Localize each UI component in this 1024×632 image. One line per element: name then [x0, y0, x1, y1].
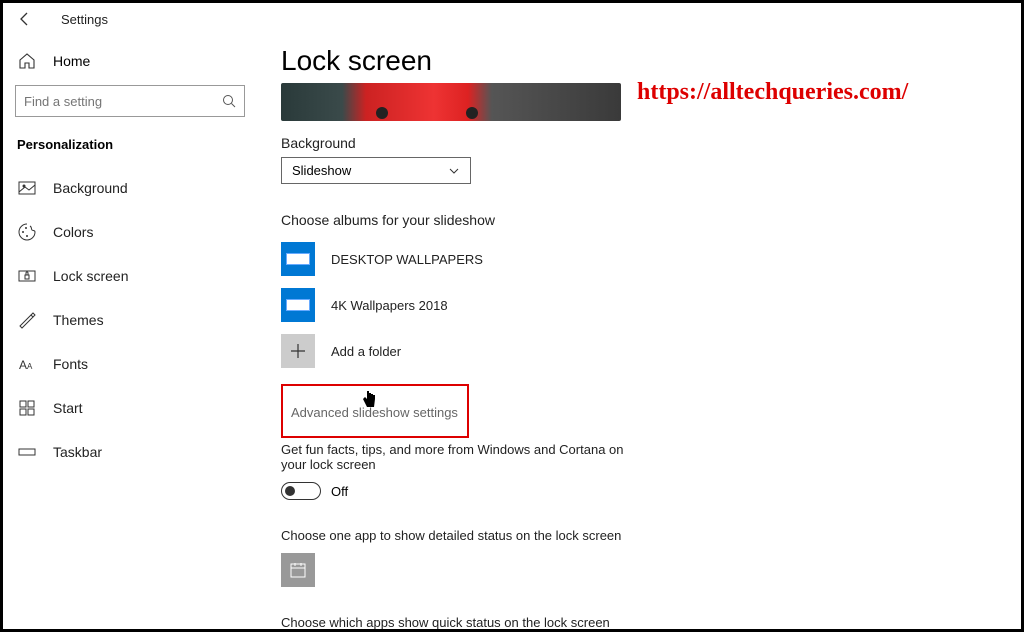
- fun-facts-toggle[interactable]: [281, 482, 321, 500]
- search-input[interactable]: [24, 94, 222, 109]
- header-row: Settings: [3, 11, 261, 41]
- toggle-state: Off: [331, 484, 348, 499]
- album-item[interactable]: 4K Wallpapers 2018: [281, 288, 1001, 322]
- search-icon: [222, 94, 236, 108]
- taskbar-icon: [17, 442, 37, 462]
- sidebar-item-colors[interactable]: Colors: [3, 210, 261, 254]
- album-name: 4K Wallpapers 2018: [331, 298, 448, 313]
- picture-icon: [17, 178, 37, 198]
- quick-status-label: Choose which apps show quick status on t…: [281, 615, 641, 629]
- album-name: DESKTOP WALLPAPERS: [331, 252, 483, 267]
- svg-text:A: A: [19, 358, 27, 372]
- sidebar-item-background[interactable]: Background: [3, 166, 261, 210]
- cursor-hand-icon: [361, 389, 377, 409]
- search-wrap: [3, 81, 261, 133]
- add-folder-label: Add a folder: [331, 344, 401, 359]
- chevron-down-icon: [448, 165, 460, 177]
- albums-label: Choose albums for your slideshow: [281, 212, 1001, 228]
- section-title: Personalization: [3, 133, 261, 166]
- lock-screen-icon: [17, 266, 37, 286]
- back-icon[interactable]: [17, 11, 33, 27]
- lock-screen-preview: [281, 83, 621, 121]
- sidebar-item-fonts[interactable]: AA Fonts: [3, 342, 261, 386]
- nav-label: Themes: [53, 312, 104, 328]
- page-title: Lock screen: [281, 45, 1001, 77]
- sidebar: Settings Home Personalization Background…: [3, 3, 261, 629]
- plus-icon: [281, 334, 315, 368]
- search-box[interactable]: [15, 85, 245, 117]
- nav-label: Lock screen: [53, 268, 128, 284]
- add-folder-button[interactable]: Add a folder: [281, 334, 1001, 368]
- home-label: Home: [53, 53, 90, 69]
- sidebar-item-taskbar[interactable]: Taskbar: [3, 430, 261, 474]
- nav-label: Colors: [53, 224, 93, 240]
- calendar-icon: [288, 560, 308, 580]
- fonts-icon: AA: [17, 354, 37, 374]
- nav-label: Taskbar: [53, 444, 102, 460]
- sidebar-item-themes[interactable]: Themes: [3, 298, 261, 342]
- detailed-status-app-tile[interactable]: [281, 553, 315, 587]
- background-dropdown[interactable]: Slideshow: [281, 157, 471, 184]
- home-icon: [17, 51, 37, 71]
- nav-label: Background: [53, 180, 128, 196]
- nav-label: Fonts: [53, 356, 88, 372]
- start-icon: [17, 398, 37, 418]
- detailed-status-label: Choose one app to show detailed status o…: [281, 528, 641, 543]
- sidebar-item-start[interactable]: Start: [3, 386, 261, 430]
- themes-icon: [17, 310, 37, 330]
- album-item[interactable]: DESKTOP WALLPAPERS: [281, 242, 1001, 276]
- folder-icon: [281, 242, 315, 276]
- sidebar-item-lock-screen[interactable]: Lock screen: [3, 254, 261, 298]
- home-button[interactable]: Home: [3, 41, 261, 81]
- watermark-url: https://alltechqueries.com/: [637, 79, 908, 106]
- palette-icon: [17, 222, 37, 242]
- fun-facts-label: Get fun facts, tips, and more from Windo…: [281, 442, 641, 472]
- app-title: Settings: [61, 12, 108, 27]
- background-label: Background: [281, 135, 1001, 151]
- folder-icon: [281, 288, 315, 322]
- nav-label: Start: [53, 400, 83, 416]
- dropdown-value: Slideshow: [292, 163, 351, 178]
- svg-text:A: A: [27, 362, 33, 371]
